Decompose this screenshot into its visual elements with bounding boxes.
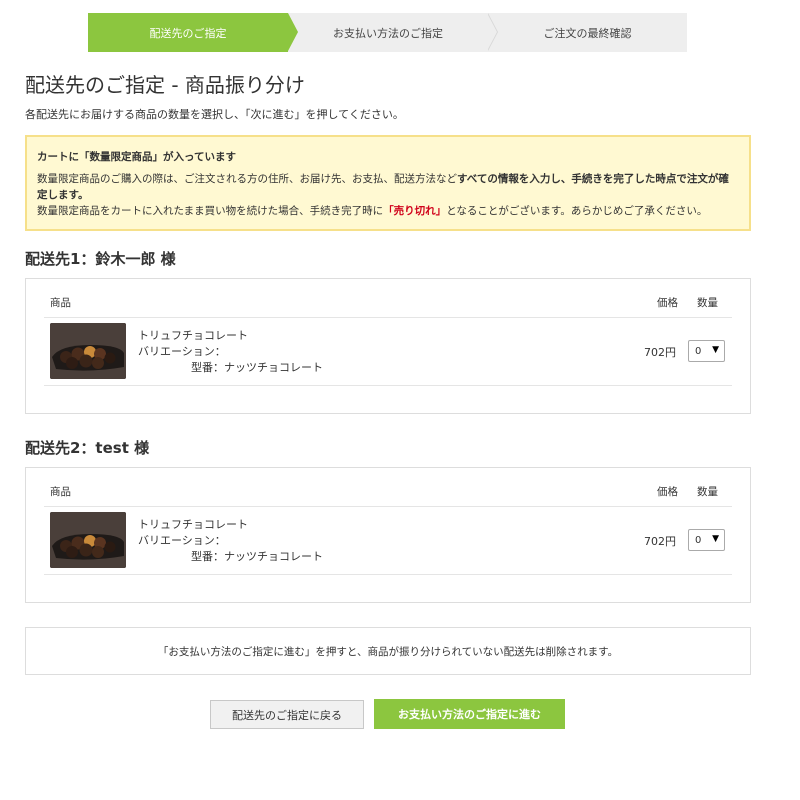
quantity-value: 0: [695, 534, 702, 546]
deletion-warning-text: 「お支払い方法のご指定に進む」を押すと、商品が振り分けられていない配送先は削除さ…: [157, 645, 619, 658]
product-price: 702円: [644, 346, 676, 359]
step-payment-method: お支払い方法のご指定: [288, 13, 498, 52]
divider: [44, 574, 732, 575]
product-variation-label: バリエーション：: [138, 345, 226, 358]
notice-text: となることがございます。あらかじめご了承ください。: [446, 205, 708, 217]
divider: [44, 385, 732, 386]
step-label: ご注文の最終確認: [543, 26, 632, 40]
product-variation-label: バリエーション：: [138, 534, 226, 547]
column-header-product: 商品: [50, 297, 71, 309]
product-sku: 型番：ナッツチョコレート: [191, 361, 323, 374]
column-header-qty: 数量: [697, 297, 718, 309]
column-header-price: 価格: [657, 297, 678, 309]
product-sku: 型番：ナッツチョコレート: [191, 550, 323, 563]
chevron-down-icon: ▼: [712, 345, 719, 355]
shipment-1-title: 配送先1：鈴木一郎 様: [25, 250, 176, 268]
product-name: トリュフチョコレート: [138, 329, 248, 342]
sold-out-text: 「売り切れ」: [383, 205, 447, 217]
notice-text: 数量限定商品のご購入の際は、ご注文される方の住所、お届け先、お支払、配送方法など: [37, 173, 457, 185]
step-shipping-destination: 配送先のご指定: [88, 13, 298, 52]
step-label: 配送先のご指定: [149, 26, 227, 40]
notice-text: 数量限定商品をカートに入れたまま買い物を続けた場合、手続き完了時に: [37, 205, 384, 217]
divider: [44, 506, 732, 507]
page-title: 配送先のご指定 - 商品振り分け: [25, 73, 305, 97]
notice-line-2: 数量限定商品をカートに入れたまま買い物を続けた場合、手続き完了時に「売り切れ」と…: [37, 203, 739, 219]
back-to-shipping-button[interactable]: 配送先のご指定に戻る: [210, 700, 364, 729]
column-header-price: 価格: [657, 486, 678, 498]
product-image: [50, 512, 126, 568]
product-name: トリュフチョコレート: [138, 518, 248, 531]
deletion-warning-note: 「お支払い方法のご指定に進む」を押すと、商品が振り分けられていない配送先は削除さ…: [25, 627, 751, 675]
notice-line-1: 数量限定商品のご購入の際は、ご注文される方の住所、お届け先、お支払、配送方法など…: [37, 171, 739, 203]
divider: [44, 317, 732, 318]
product-image: [50, 323, 126, 379]
proceed-to-payment-button[interactable]: お支払い方法のご指定に進む: [374, 699, 565, 729]
column-header-product: 商品: [50, 486, 71, 498]
column-header-qty: 数量: [697, 486, 718, 498]
notice-heading: カートに「数量限定商品」が入っています: [37, 151, 236, 163]
quantity-select[interactable]: 0 ▼: [688, 340, 725, 362]
shipment-2-title: 配送先2：test 様: [25, 439, 150, 457]
quantity-select[interactable]: 0 ▼: [688, 529, 725, 551]
intro-text: 各配送先にお届けする商品の数量を選択し、「次に進む」を押してください。: [25, 108, 404, 121]
checkout-steps: 配送先のご指定 お支払い方法のご指定 ご注文の最終確認: [88, 13, 687, 52]
step-final-confirmation: ご注文の最終確認: [488, 13, 687, 52]
step-label: お支払い方法のご指定: [333, 26, 443, 40]
limited-quantity-notice: カートに「数量限定商品」が入っています 数量限定商品のご購入の際は、ご注文される…: [25, 135, 751, 231]
shipment-2-box: 商品 価格 数量 トリュフチョコレート バリエーション： 型番：ナッツチョコレー…: [25, 467, 751, 603]
product-price: 702円: [644, 535, 676, 548]
chevron-down-icon: ▼: [712, 534, 719, 544]
shipment-1-box: 商品 価格 数量 トリュフチョコレート バリエーション： 型番：ナッツチョコレー…: [25, 278, 751, 414]
quantity-value: 0: [695, 345, 702, 357]
